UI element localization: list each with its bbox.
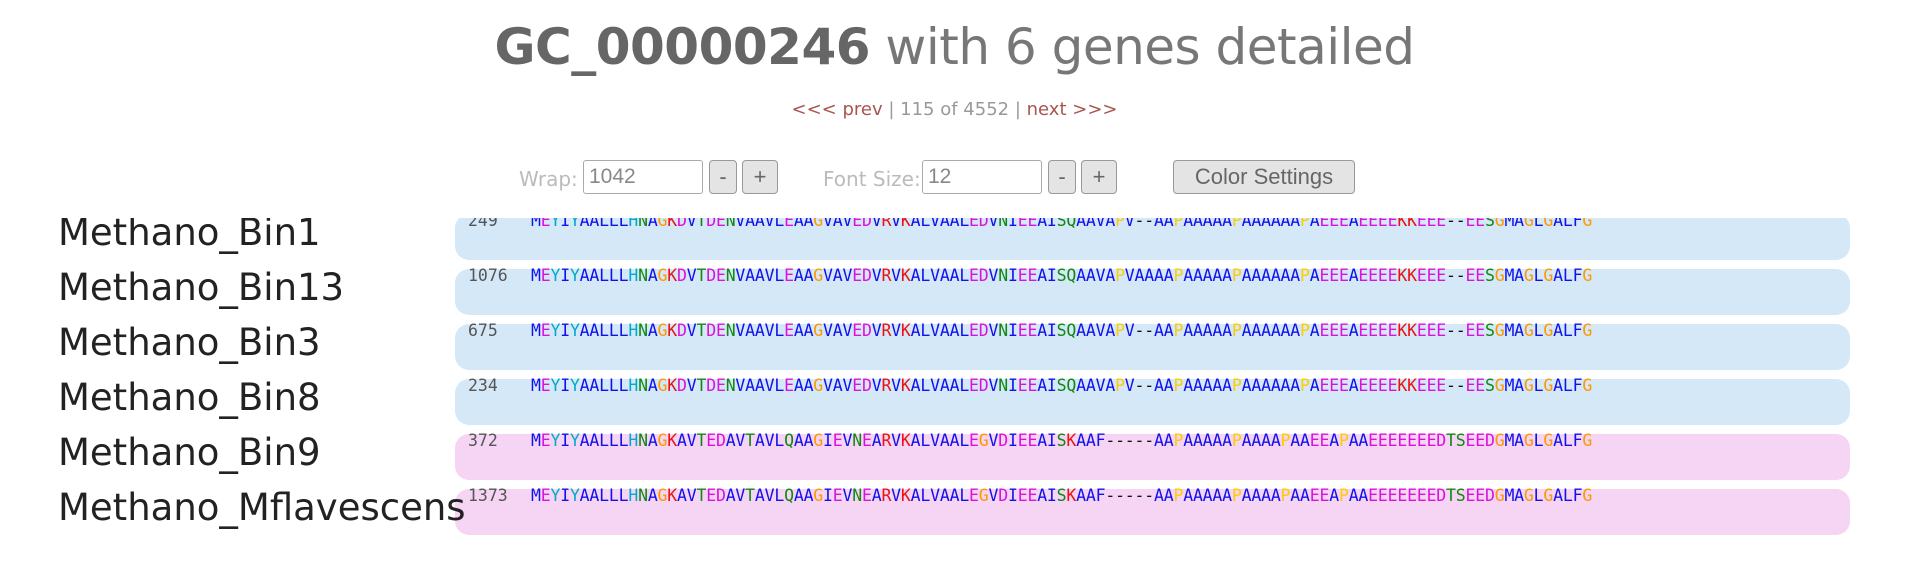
- alignment-row: Methano_Bin3 675 MEYIYAALLLHNAGKDVTDENVA…: [0, 320, 1909, 375]
- sequence-alignment: Methano_Bin1 249 MEYIYAALLLHNAGKDVTDENVA…: [0, 218, 1909, 548]
- genome-name: Methano_Bin9: [58, 431, 321, 474]
- sequence-start-position: 234: [468, 376, 498, 395]
- alignment-row: Methano_Bin13 1076 MEYIYAALLLHNAGKDVTDEN…: [0, 265, 1909, 320]
- sequence-start-position: 675: [468, 321, 498, 340]
- page-title: GC_00000246 with 6 genes detailed: [0, 18, 1909, 76]
- prev-link[interactable]: <<< prev: [792, 99, 883, 120]
- aa-sequence: MEYIYAALLLHNAGKDVTDENVAAVLEAAGVAVEDVRVKA…: [531, 266, 1593, 285]
- next-link[interactable]: next >>>: [1027, 99, 1118, 120]
- font-size-increase-button[interactable]: +: [1081, 160, 1117, 194]
- font-size-label: Font Size:: [823, 167, 921, 191]
- display-controls: Wrap: - + Font Size: - + Color Settings: [0, 160, 1909, 196]
- aa-sequence: MEYIYAALLLHNAGKDVTDENVAAVLEAAGVAVEDVRVKA…: [531, 321, 1593, 340]
- aa-sequence: MEYIYAALLLHNAGKAVTEDAVTAVLQAAGIEVNEARVKA…: [531, 431, 1593, 450]
- aa-sequence: MEYIYAALLLHNAGKDVTDENVAAVLEAAGVAVEDVRVKA…: [531, 218, 1593, 230]
- wrap-increase-button[interactable]: +: [742, 160, 778, 194]
- sequence-start-position: 372: [468, 431, 498, 450]
- wrap-input[interactable]: [583, 160, 703, 194]
- page-position: 115 of 4552: [900, 99, 1010, 120]
- color-settings-button[interactable]: Color Settings: [1173, 160, 1355, 194]
- alignment-row: Methano_Bin8 234 MEYIYAALLLHNAGKDVTDENVA…: [0, 375, 1909, 430]
- alignment-row: Methano_Mflavescens 1373 MEYIYAALLLHNAGK…: [0, 485, 1909, 540]
- sequence-start-position: 1076: [468, 266, 508, 285]
- title-suffix: with 6 genes detailed: [870, 18, 1415, 76]
- genome-name: Methano_Bin3: [58, 321, 321, 364]
- alignment-row: Methano_Bin9 372 MEYIYAALLLHNAGKAVTEDAVT…: [0, 430, 1909, 485]
- genome-name: Methano_Mflavescens: [58, 486, 466, 529]
- wrap-label: Wrap:: [519, 167, 578, 191]
- genome-name: Methano_Bin8: [58, 376, 321, 419]
- alignment-row: Methano_Bin1 249 MEYIYAALLLHNAGKDVTDENVA…: [0, 218, 1909, 265]
- font-size-decrease-button[interactable]: -: [1048, 160, 1076, 194]
- pagination: <<< prev | 115 of 4552 | next >>>: [0, 99, 1909, 120]
- wrap-decrease-button[interactable]: -: [709, 160, 737, 194]
- sequence-start-position: 249: [468, 218, 498, 230]
- aa-sequence: MEYIYAALLLHNAGKAVTEDAVTAVLQAAGIEVNEARVKA…: [531, 486, 1593, 505]
- genome-name: Methano_Bin1: [58, 218, 321, 254]
- genome-name: Methano_Bin13: [58, 266, 345, 309]
- font-size-input[interactable]: [922, 160, 1042, 194]
- aa-sequence: MEYIYAALLLHNAGKDVTDENVAAVLEAAGVAVEDVRVKA…: [531, 376, 1593, 395]
- pager-separator: |: [882, 99, 901, 120]
- gene-cluster-id: GC_00000246: [494, 18, 871, 76]
- pager-separator: |: [1009, 99, 1027, 120]
- sequence-start-position: 1373: [468, 486, 508, 505]
